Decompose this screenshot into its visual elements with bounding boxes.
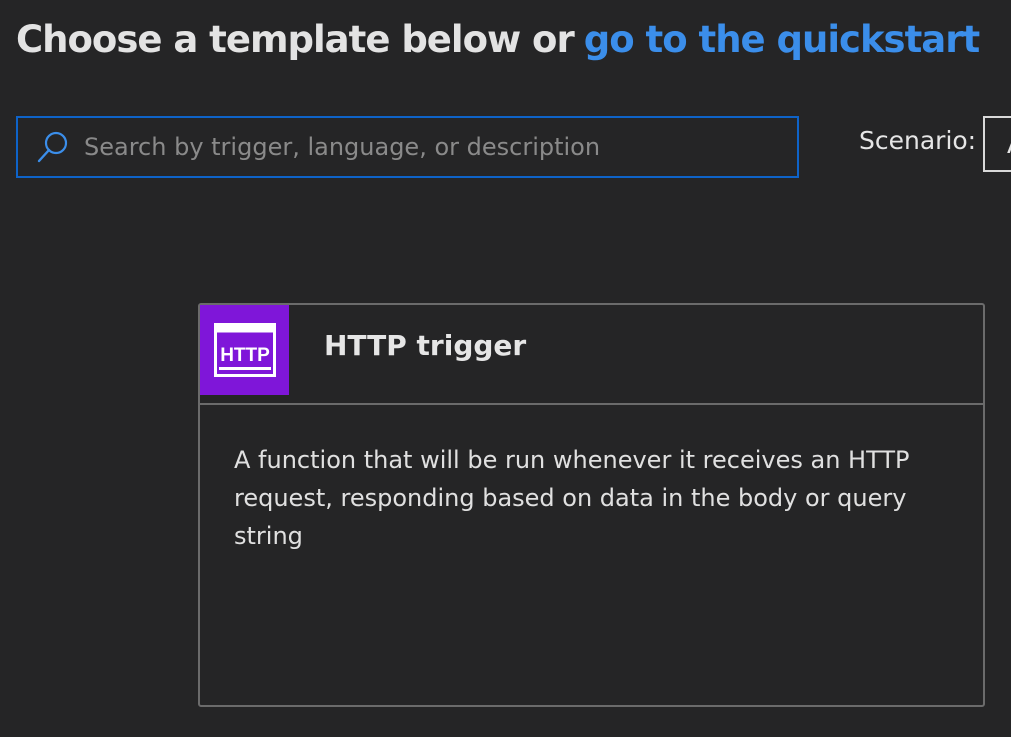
template-card-title: HTTP trigger: [324, 329, 527, 362]
page-title-text: Choose a template below or: [16, 18, 575, 61]
http-icon-text: HTTP: [220, 345, 270, 366]
template-card-header: HTTP HTTP trigger: [200, 305, 983, 405]
quickstart-link[interactable]: go to the quickstart: [584, 18, 980, 61]
search-box[interactable]: [16, 116, 799, 178]
scenario-selected-value: A: [1007, 130, 1011, 159]
template-picker: Choose a template below or go to the quic…: [0, 0, 1011, 737]
http-icon: HTTP: [200, 305, 289, 395]
template-card-http-trigger[interactable]: HTTP HTTP trigger A function that will b…: [198, 303, 985, 707]
scenario-label: Scenario:: [859, 126, 977, 155]
scenario-dropdown[interactable]: A: [983, 116, 1011, 172]
search-icon: [36, 130, 70, 164]
page-title: Choose a template below or go to the quic…: [16, 16, 980, 64]
template-card-description: A function that will be run whenever it …: [234, 446, 910, 550]
search-input[interactable]: [84, 133, 764, 161]
